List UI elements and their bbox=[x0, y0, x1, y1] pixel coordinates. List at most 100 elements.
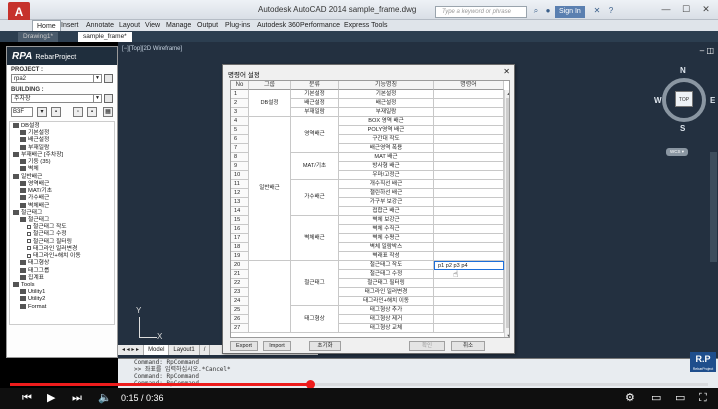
ribbon-tab-home[interactable]: Home bbox=[32, 20, 61, 31]
command-cell[interactable] bbox=[434, 207, 504, 216]
tree-node[interactable]: 태그라인 일러변경 bbox=[10, 246, 114, 253]
export-button[interactable]: Export bbox=[230, 341, 258, 351]
column-header-function[interactable]: 기능명칭 bbox=[339, 81, 434, 90]
command-cell[interactable] bbox=[434, 198, 504, 207]
tree-node[interactable]: 기둥 (35) bbox=[10, 159, 114, 166]
grid-icon[interactable]: ▦ bbox=[103, 107, 113, 117]
minimize-button[interactable]: — bbox=[658, 2, 674, 16]
skip-back-icon[interactable]: ⏮ bbox=[22, 391, 32, 405]
project-browse-button[interactable] bbox=[104, 74, 113, 83]
tree-node[interactable]: 배근설정 bbox=[10, 137, 114, 144]
command-cell[interactable] bbox=[434, 270, 504, 279]
building-browse-button[interactable] bbox=[104, 94, 113, 103]
autocad-logo-icon[interactable]: A bbox=[8, 2, 30, 22]
ribbon-tab-insert[interactable]: Insert bbox=[61, 20, 79, 31]
ribbon-tab-autodesk360[interactable]: Autodesk 360 bbox=[257, 20, 300, 31]
column-header-category[interactable]: 분류 bbox=[291, 81, 339, 90]
import-button[interactable]: Import bbox=[263, 341, 291, 351]
command-cell[interactable] bbox=[434, 315, 504, 324]
command-cell[interactable] bbox=[434, 90, 504, 99]
command-cell[interactable] bbox=[434, 306, 504, 315]
doc-tab-drawing1[interactable]: Drawing1* bbox=[18, 32, 58, 42]
command-cell[interactable] bbox=[434, 216, 504, 225]
command-cell[interactable] bbox=[434, 279, 504, 288]
building-select[interactable]: 주차장 ▼ bbox=[11, 94, 102, 103]
settings-gear-icon[interactable]: ⚙ bbox=[625, 391, 635, 405]
tree-node[interactable]: 영역배근 bbox=[10, 180, 114, 188]
command-cell[interactable] bbox=[434, 126, 504, 135]
tree-node[interactable]: Format bbox=[10, 303, 114, 311]
tree-node[interactable]: DB설정 bbox=[10, 123, 114, 130]
command-cell[interactable] bbox=[434, 99, 504, 108]
tree-node[interactable]: 가수배근 bbox=[10, 195, 114, 202]
tree-node[interactable]: 부재일람 bbox=[10, 144, 114, 152]
tree-node[interactable]: 일반배근 bbox=[10, 173, 114, 181]
command-cell[interactable] bbox=[434, 153, 504, 162]
command-cell[interactable] bbox=[434, 180, 504, 189]
tree-node[interactable]: 벽체 bbox=[10, 166, 114, 173]
scroll-up-icon[interactable]: ▲ bbox=[505, 90, 509, 97]
tree-node[interactable]: Utility1 bbox=[10, 289, 114, 296]
video-progress-track[interactable] bbox=[10, 380, 708, 389]
wcs-menu-button[interactable]: WCS ▾ bbox=[666, 148, 688, 156]
tool-icon[interactable]: ▪ bbox=[87, 107, 97, 117]
command-cell[interactable] bbox=[434, 243, 504, 252]
column-header-no[interactable]: No bbox=[231, 81, 249, 90]
chevron-down-icon[interactable]: ▼ bbox=[93, 95, 101, 102]
help-icon[interactable]: ? bbox=[606, 6, 616, 16]
column-header-command[interactable]: 명령어 bbox=[434, 81, 504, 90]
floor-menu-icon[interactable]: ▾ bbox=[37, 107, 47, 117]
play-icon[interactable]: ▶ bbox=[47, 391, 55, 405]
command-cell[interactable] bbox=[434, 252, 504, 261]
command-cell[interactable] bbox=[434, 171, 504, 180]
floor-select[interactable]: B3F bbox=[11, 107, 33, 117]
tree-node[interactable]: 철근태그 수정 bbox=[10, 231, 114, 238]
ribbon-tab-performance[interactable]: Performance bbox=[300, 20, 340, 31]
scrollbar-thumb[interactable] bbox=[506, 98, 509, 328]
tab-model[interactable]: Model bbox=[144, 345, 170, 355]
viewcube-top-button[interactable]: TOP bbox=[675, 91, 693, 107]
close-window-button[interactable]: ✕ bbox=[698, 2, 714, 16]
command-cell[interactable] bbox=[434, 324, 504, 333]
command-cell[interactable] bbox=[434, 108, 504, 117]
tree-node[interactable]: 태그그룹 bbox=[10, 267, 114, 275]
viewcube[interactable]: N W E S TOP WCS ▾ bbox=[654, 66, 715, 156]
maximize-button[interactable]: ☐ bbox=[678, 2, 694, 16]
navigation-bar[interactable] bbox=[710, 152, 717, 262]
tree-node[interactable]: 벽체배근 bbox=[10, 202, 114, 210]
tree-node[interactable]: 태그라인+해치 이동 bbox=[10, 253, 114, 260]
tool-icon[interactable]: ▪ bbox=[51, 107, 61, 117]
theater-mode-icon[interactable]: ▭ bbox=[675, 391, 685, 405]
command-cell[interactable] bbox=[434, 135, 504, 144]
tree-node[interactable]: 기본설정 bbox=[10, 130, 114, 137]
column-header-group[interactable]: 그룹 bbox=[249, 81, 291, 90]
command-cell[interactable] bbox=[434, 189, 504, 198]
volume-icon[interactable]: 🔈 bbox=[98, 391, 112, 405]
tree-node[interactable]: 철근태그 필터링 bbox=[10, 239, 114, 246]
command-cell[interactable] bbox=[434, 225, 504, 234]
doc-tab-sample-frame[interactable]: sample_frame* bbox=[78, 32, 132, 42]
ribbon-tab-plugins[interactable]: Plug-ins bbox=[225, 20, 250, 31]
viewport-controls-label[interactable]: [−][Top][2D Wireframe] bbox=[122, 46, 182, 52]
ribbon-tab-express-tools[interactable]: Express Tools bbox=[344, 20, 387, 31]
command-cell[interactable] bbox=[434, 162, 504, 171]
dialog-close-button[interactable]: ✕ bbox=[503, 67, 510, 76]
tree-node[interactable]: 철근태그 bbox=[10, 209, 114, 217]
chevron-down-icon[interactable]: ▼ bbox=[93, 75, 101, 82]
ribbon-tab-manage[interactable]: Manage bbox=[166, 20, 191, 31]
command-cell[interactable] bbox=[434, 117, 504, 126]
tree-node[interactable]: 집계표 bbox=[10, 274, 114, 282]
tree-node[interactable]: MAT/기초 bbox=[10, 188, 114, 195]
command-cell[interactable] bbox=[434, 297, 504, 306]
scroll-down-icon[interactable]: ▼ bbox=[505, 332, 509, 337]
tree-node[interactable]: Utility2 bbox=[10, 296, 114, 303]
user-icon[interactable]: ● bbox=[543, 6, 553, 16]
fullscreen-icon[interactable]: ⛶ bbox=[699, 391, 707, 405]
exchange-icon[interactable]: ✕ bbox=[592, 6, 602, 16]
tab-layout1[interactable]: Layout1 bbox=[169, 345, 200, 355]
command-cell[interactable] bbox=[434, 144, 504, 153]
binoculars-icon[interactable]: ⌕ bbox=[531, 6, 541, 16]
command-cell[interactable] bbox=[434, 288, 504, 297]
command-cell[interactable]: p1 p2 p3 p4 bbox=[434, 261, 504, 270]
command-grid[interactable]: No 그룹 분류 기능명칭 명령어 1 기본설정 2 배근설정 3 부재일람 4 BOX 영역… bbox=[230, 80, 510, 338]
